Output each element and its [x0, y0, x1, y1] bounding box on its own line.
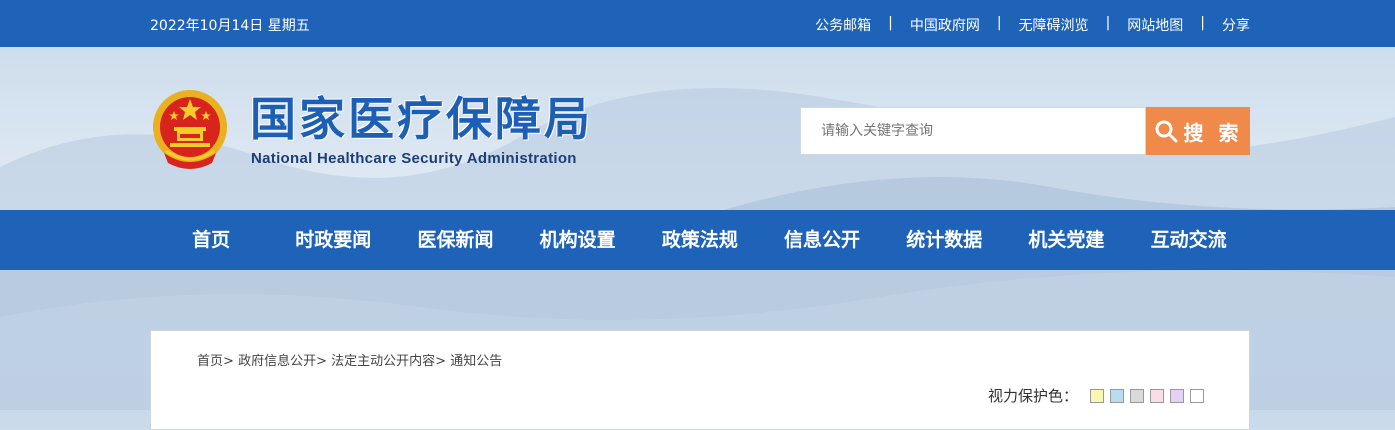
nav-item-disclosure[interactable]: 信息公开	[761, 210, 883, 270]
search-icon	[1155, 120, 1178, 143]
separator: |	[996, 15, 1002, 31]
nav-item-statistics[interactable]: 统计数据	[883, 210, 1005, 270]
nav-item-policies[interactable]: 政策法规	[639, 210, 761, 270]
eye-protection-label: 视力保护色：	[988, 387, 1079, 405]
link-share[interactable]: 分享	[1222, 15, 1250, 35]
breadcrumb-home[interactable]: 首页	[197, 354, 223, 369]
link-email[interactable]: 公务邮箱	[815, 15, 871, 35]
breadcrumb-statutory[interactable]: 法定主动公开内容	[331, 354, 435, 369]
breadcrumb-notices[interactable]: 通知公告	[450, 354, 502, 369]
swatch-blue[interactable]	[1110, 388, 1125, 403]
main-nav: 首页 时政要闻 医保新闻 机构设置 政策法规 信息公开 统计数据 机关党建 互动…	[0, 210, 1395, 270]
top-bar: 2022年10月14日 星期五 公务邮箱 | 中国政府网 | 无障碍浏览 | 网…	[0, 0, 1395, 47]
breadcrumb: 首页> 政府信息公开> 法定主动公开内容> 通知公告	[197, 350, 502, 369]
swatch-gray[interactable]	[1130, 388, 1145, 403]
breadcrumb-gov-info[interactable]: 政府信息公开	[238, 354, 316, 369]
link-sitemap[interactable]: 网站地图	[1127, 15, 1183, 35]
national-emblem-icon	[153, 90, 227, 169]
search-button-label: 搜 索	[1183, 120, 1243, 145]
swatch-white[interactable]	[1190, 388, 1205, 403]
nav-item-home[interactable]: 首页	[150, 210, 272, 270]
site-title-en: National Healthcare Security Administrat…	[251, 150, 577, 167]
nav-item-current-affairs[interactable]: 时政要闻	[272, 210, 394, 270]
current-date: 2022年10月14日 星期五	[150, 18, 310, 34]
eye-protection-bar: 视力保护色：	[988, 385, 1210, 406]
link-accessibility[interactable]: 无障碍浏览	[1019, 15, 1089, 35]
nav-item-party[interactable]: 机关党建	[1005, 210, 1127, 270]
top-links: 公务邮箱 | 中国政府网 | 无障碍浏览 | 网站地图 | 分享	[815, 15, 1250, 35]
swatch-pink[interactable]	[1150, 388, 1165, 403]
site-header: 国家医疗保障局 National Healthcare Security Adm…	[0, 47, 1395, 210]
separator: |	[888, 15, 893, 31]
nav-item-organization[interactable]: 机构设置	[517, 210, 639, 270]
search-input[interactable]	[800, 107, 1146, 155]
breadcrumb-separator: >	[316, 354, 327, 369]
breadcrumb-separator: >	[435, 354, 447, 369]
nav-item-interaction[interactable]: 互动交流	[1128, 210, 1250, 270]
search-button[interactable]: 搜 索	[1146, 107, 1250, 155]
breadcrumb-separator: >	[223, 354, 234, 369]
site-title-cn: 国家医疗保障局	[250, 92, 593, 146]
swatch-purple[interactable]	[1170, 388, 1185, 403]
nav-item-news[interactable]: 医保新闻	[394, 210, 516, 270]
link-gov-portal[interactable]: 中国政府网	[910, 15, 980, 35]
separator: |	[1200, 15, 1205, 31]
content-panel: 首页> 政府信息公开> 法定主动公开内容> 通知公告 视力保护色：	[150, 330, 1250, 430]
swatch-yellow[interactable]	[1090, 388, 1105, 403]
separator: |	[1105, 15, 1111, 31]
